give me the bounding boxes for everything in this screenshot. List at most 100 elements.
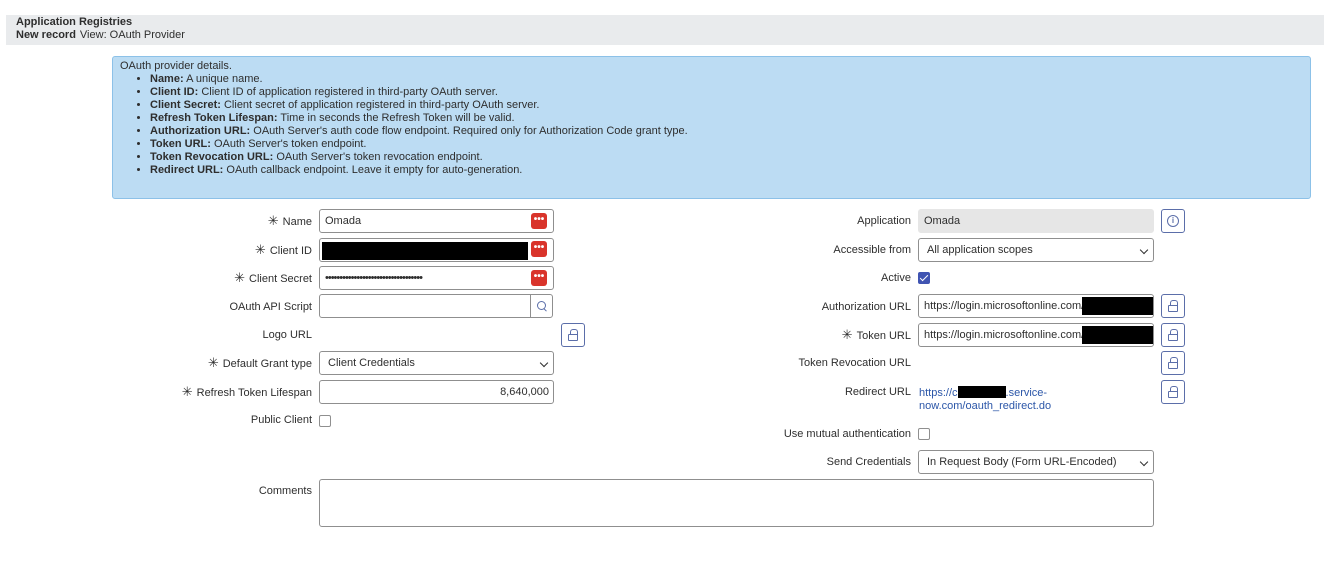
redirect-url-line2: now.com/oauth_redirect.do	[919, 400, 1052, 412]
redirect-url-label: Redirect URL	[844, 386, 911, 398]
info-desc: OAuth Server's token revocation endpoint…	[276, 151, 483, 163]
comments-label: Comments	[258, 485, 312, 497]
refresh-lifespan-label: ✳ Refresh Token Lifespan	[182, 385, 312, 400]
checkmark-icon	[919, 272, 929, 282]
redirect-url-link[interactable]: https://c .service- now.com/oauth_redirec…	[919, 386, 1051, 413]
name-input[interactable]: Omada	[319, 209, 554, 233]
required-icon: ✳	[207, 355, 219, 370]
info-icon: i	[1167, 215, 1179, 227]
required-icon: ✳	[267, 213, 279, 228]
info-term: Token URL:	[150, 138, 211, 150]
grant-type-select[interactable]: Client Credentials	[319, 351, 554, 375]
info-item: Token URL: OAuth Server's token endpoint…	[150, 138, 1303, 151]
lock-button[interactable]	[1161, 294, 1185, 318]
lock-button[interactable]	[1161, 323, 1185, 347]
more-icon[interactable]: •••	[531, 213, 547, 229]
record-state: New record	[16, 29, 76, 41]
application-label: Application	[857, 215, 911, 227]
redirect-url-line1: https://c .service-	[919, 386, 1051, 400]
grant-type-label: ✳ Default Grant type	[208, 356, 312, 371]
refresh-lifespan-label-text: Refresh Token Lifespan	[196, 387, 312, 399]
required-icon: ✳	[234, 270, 246, 285]
redacted-block	[957, 386, 1006, 398]
mutual-auth-label: Use mutual authentication	[783, 428, 911, 440]
lock-icon-body	[1168, 362, 1178, 369]
info-term: Name:	[150, 73, 184, 85]
send-credentials-value: In Request Body (Form URL-Encoded)	[927, 456, 1117, 468]
more-icon[interactable]: •••	[531, 270, 547, 286]
accessible-from-select[interactable]: All application scopes	[918, 238, 1154, 262]
revocation-url-label: Token Revocation URL	[798, 357, 911, 369]
auth-url-label: Authorization URL	[821, 301, 911, 313]
table-name: Application Registries	[16, 16, 133, 28]
refresh-lifespan-input[interactable]: 8,640,000	[319, 380, 554, 404]
api-script-input[interactable]	[319, 294, 531, 318]
lock-button[interactable]	[561, 323, 585, 347]
info-item: Token Revocation URL: OAuth Server's tok…	[150, 151, 1303, 164]
chevron-down-icon	[1139, 245, 1149, 255]
chevron-down-icon	[1139, 457, 1149, 467]
client-secret-label: ✳ Client Secret	[234, 271, 312, 286]
lock-icon-body	[1168, 334, 1178, 341]
info-desc: Time in seconds the Refresh Token will b…	[280, 112, 515, 124]
info-term: Refresh Token Lifespan:	[150, 112, 278, 124]
chevron-down-icon	[539, 358, 549, 368]
client-secret-value: ••••••••••••••••••••••••••••••••••	[325, 272, 423, 284]
search-icon-handle	[543, 308, 547, 312]
lock-button[interactable]	[1161, 351, 1185, 375]
public-client-checkbox[interactable]	[319, 415, 331, 427]
info-item: Refresh Token Lifespan: Time in seconds …	[150, 112, 1303, 125]
client-id-label-text: Client ID	[269, 245, 312, 257]
token-url-value: https://login.microsoftonline.com/4	[924, 329, 1091, 341]
info-button[interactable]: i	[1161, 209, 1185, 233]
lock-icon-body	[568, 334, 578, 341]
mutual-auth-checkbox[interactable]	[918, 428, 930, 440]
token-url-label: ✳ Token URL	[842, 328, 911, 343]
api-script-label: OAuth API Script	[229, 301, 312, 313]
lock-button[interactable]	[1161, 380, 1185, 404]
grant-type-value: Client Credentials	[328, 357, 415, 369]
logo-url-label: Logo URL	[262, 329, 312, 341]
application-field: Omada	[918, 209, 1154, 233]
public-client-label: Public Client	[250, 414, 312, 426]
comments-textarea[interactable]	[319, 479, 1154, 527]
lock-icon-body	[1168, 391, 1178, 398]
active-label: Active	[881, 272, 911, 284]
more-icon[interactable]: •••	[531, 241, 547, 257]
client-secret-label-text: Client Secret	[249, 273, 312, 285]
send-credentials-select[interactable]: In Request Body (Form URL-Encoded)	[918, 450, 1154, 474]
redacted-block	[1082, 326, 1153, 344]
refresh-lifespan-value: 8,640,000	[500, 386, 549, 398]
redacted-block	[322, 242, 528, 260]
info-item: Client Secret: Client secret of applicat…	[150, 99, 1303, 112]
info-item: Redirect URL: OAuth callback endpoint. L…	[150, 164, 1303, 177]
form-header: Application Registries New record View: O…	[6, 15, 1324, 45]
info-desc: OAuth Server's auth code flow endpoint. …	[253, 125, 688, 137]
info-term: Client ID:	[150, 86, 199, 98]
client-id-label: ✳ Client ID	[255, 243, 312, 258]
info-item: Name: A unique name.	[150, 73, 1303, 86]
send-credentials-label: Send Credentials	[826, 456, 911, 468]
info-term: Authorization URL:	[150, 125, 251, 137]
accessible-from-value: All application scopes	[927, 244, 1033, 256]
record-info: New record View: OAuth Provider	[16, 29, 1314, 42]
redirect-url-prefix: https://c	[919, 387, 958, 399]
info-desc: OAuth Server's token endpoint.	[213, 138, 367, 150]
search-button[interactable]	[530, 294, 553, 318]
info-term: Redirect URL:	[150, 164, 224, 176]
active-checkbox[interactable]	[918, 272, 930, 284]
info-term: Client Secret:	[150, 99, 221, 111]
info-desc: OAuth callback endpoint. Leave it empty …	[226, 164, 523, 176]
redirect-url-suffix: .service-	[1005, 387, 1048, 399]
info-item: Client ID: Client ID of application regi…	[150, 86, 1303, 99]
auth-url-value: https://login.microsoftonline.com/4	[924, 300, 1091, 312]
info-desc: Client ID of application registered in t…	[201, 86, 498, 98]
token-url-label-text: Token URL	[856, 330, 911, 342]
info-item: Authorization URL: OAuth Server's auth c…	[150, 125, 1303, 138]
required-icon: ✳	[254, 242, 266, 257]
info-desc: A unique name.	[186, 73, 263, 85]
name-label: ✳ Name	[268, 214, 312, 229]
required-icon: ✳	[841, 327, 853, 342]
client-secret-input[interactable]: ••••••••••••••••••••••••••••••••••	[319, 266, 554, 290]
name-label-text: Name	[282, 216, 312, 228]
